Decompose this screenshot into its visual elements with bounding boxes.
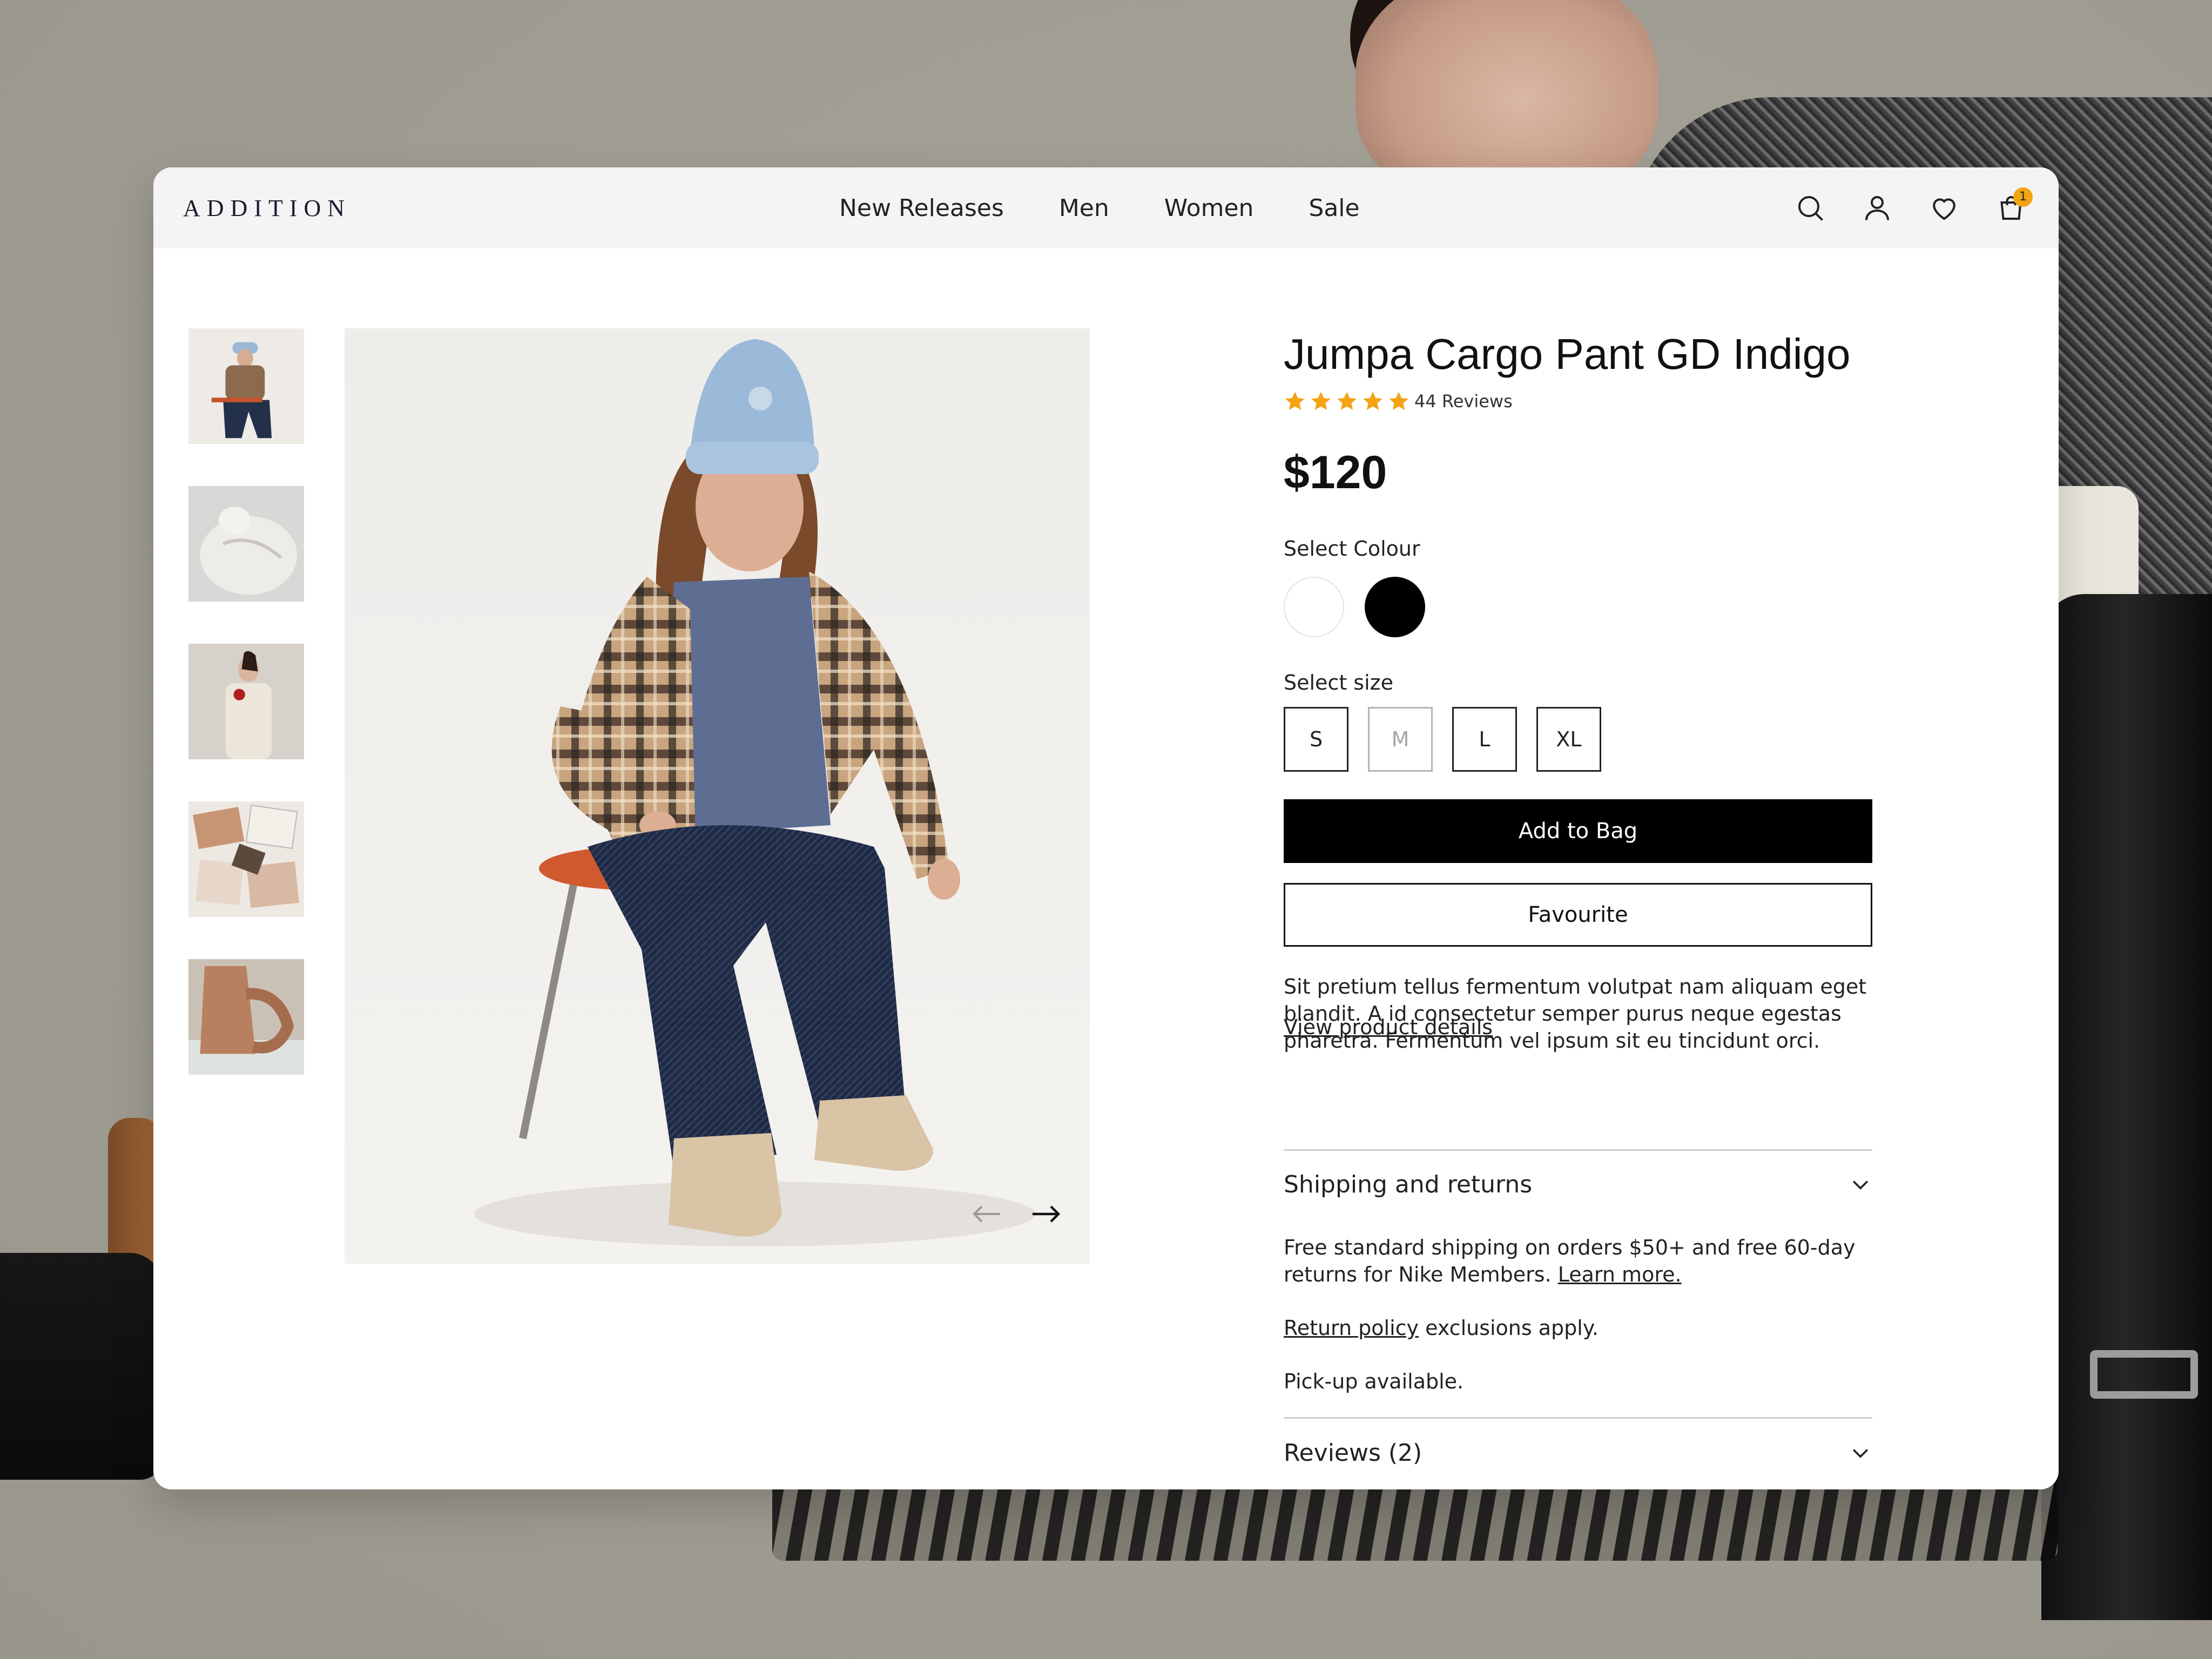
reviews-count-link[interactable]: 44 Reviews — [1414, 391, 1513, 412]
product-description: Sit pretium tellus fermentum volutpat na… — [1284, 975, 1867, 1053]
thumbnail-3[interactable] — [188, 644, 304, 759]
arrow-right-icon[interactable] — [1024, 1192, 1067, 1236]
nav-sale[interactable]: Sale — [1309, 194, 1359, 222]
pickup-text: Pick-up available. — [1284, 1370, 1464, 1393]
size-option-m[interactable]: M — [1368, 707, 1433, 772]
star-icon — [1337, 392, 1357, 410]
add-to-bag-button[interactable]: Add to Bag — [1284, 799, 1872, 863]
size-option-xl[interactable]: XL — [1536, 707, 1601, 772]
nav-actions: 1 — [1794, 167, 2033, 248]
brand-logo[interactable]: ADDITION — [183, 194, 351, 222]
size-option-s[interactable]: S — [1284, 707, 1348, 772]
learn-more-link[interactable]: Learn more. — [1558, 1263, 1682, 1286]
colour-swatch-white[interactable] — [1284, 577, 1344, 637]
product-page-window: ADDITION New Releases Men Women Sale 1 J… — [153, 167, 2059, 1489]
thumbnail-5[interactable] — [188, 959, 304, 1075]
search-icon[interactable] — [1794, 192, 1826, 224]
thumbnail-1[interactable] — [188, 328, 304, 444]
background-buckle — [2090, 1350, 2198, 1399]
product-price: $120 — [1284, 447, 1387, 498]
heart-icon[interactable] — [1928, 192, 1960, 224]
product-title: Jumpa Cargo Pant GD Indigo — [1284, 330, 1851, 378]
size-label: Select size — [1284, 671, 1393, 694]
colour-swatch-black[interactable] — [1365, 577, 1425, 637]
shipping-title: Shipping and returns — [1284, 1170, 1533, 1198]
return-policy-link[interactable]: Return policy — [1284, 1316, 1419, 1340]
view-product-details-link[interactable]: View product details — [1284, 1015, 1493, 1039]
main-nav: New Releases Men Women Sale — [839, 167, 1360, 248]
size-option-l[interactable]: L — [1452, 707, 1517, 772]
star-icon — [1389, 392, 1408, 410]
thumbnail-4[interactable] — [188, 801, 304, 917]
reviews-accordion-header[interactable]: Reviews (2) — [1284, 1434, 1872, 1472]
star-icon — [1363, 392, 1382, 410]
thumbnail-2[interactable] — [188, 486, 304, 602]
shipping-accordion-header[interactable]: Shipping and returns — [1284, 1165, 1872, 1203]
rating-stars — [1284, 390, 1410, 413]
cart-count-badge: 1 — [2013, 187, 2033, 207]
exclusions-text: exclusions apply. — [1425, 1316, 1599, 1340]
colour-label: Select Colour — [1284, 537, 1420, 561]
favourite-button[interactable]: Favourite — [1284, 883, 1872, 947]
background-leg — [0, 1253, 162, 1480]
nav-women[interactable]: Women — [1164, 194, 1254, 222]
nav-men[interactable]: Men — [1059, 194, 1109, 222]
main-product-image — [345, 328, 1090, 1264]
user-icon[interactable] — [1861, 192, 1893, 224]
chevron-down-icon — [1852, 1449, 1869, 1458]
reviews-divider — [1284, 1417, 1872, 1419]
nav-new-releases[interactable]: New Releases — [839, 194, 1004, 222]
chevron-down-icon — [1852, 1181, 1869, 1190]
background-boot — [2041, 594, 2212, 1620]
star-icon — [1311, 392, 1331, 410]
shipping-divider — [1284, 1149, 1872, 1151]
arrow-left-icon[interactable] — [966, 1192, 1009, 1236]
shipping-info: Free standard shipping on orders $50+ an… — [1284, 1234, 1872, 1288]
bag-icon[interactable]: 1 — [1995, 187, 2033, 224]
return-policy-line: Return policy exclusions apply. — [1284, 1314, 1872, 1341]
reviews-title: Reviews (2) — [1284, 1439, 1422, 1467]
top-navbar: ADDITION New Releases Men Women Sale 1 — [153, 167, 2059, 248]
star-icon — [1285, 392, 1305, 410]
